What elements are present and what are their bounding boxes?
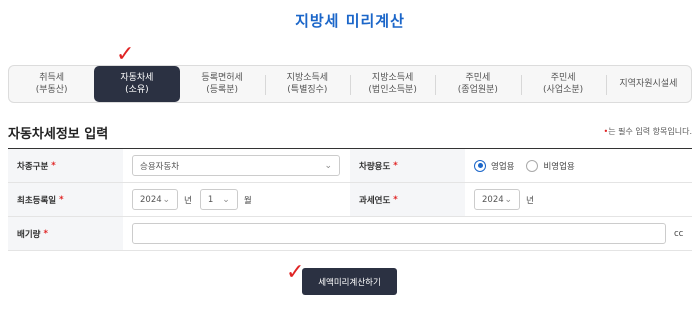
- tab-sublabel: (사업소분): [543, 85, 584, 95]
- page-title: 지방세 미리계산: [295, 12, 405, 30]
- tax-type-tabs: 취득세 (부동산) 자동차세 (소유) 등록면허세 (등록분) 지방소득세 (특…: [8, 65, 692, 103]
- vehicle-use-cell: 영업용 비영업용: [465, 149, 692, 182]
- tab-automobile-tax[interactable]: 자동차세 (소유): [94, 66, 180, 102]
- radio-commercial[interactable]: 영업용: [474, 159, 515, 172]
- vehicle-type-cell: 승용자동차 ⌄: [123, 149, 350, 182]
- tab-sublabel: (법인소득분): [368, 85, 417, 95]
- label-text: 차량용도: [359, 161, 391, 172]
- first-registration-cell: 2024 ⌄ 년 1 ⌄ 월: [123, 183, 350, 216]
- vehicle-type-select[interactable]: 승용자동차 ⌄: [132, 155, 340, 176]
- radio-label: 영업용: [491, 161, 515, 172]
- chevron-down-icon: ⌄: [504, 194, 512, 205]
- year-unit: 년: [526, 195, 534, 206]
- required-star: *: [59, 194, 64, 205]
- displacement-cell: cc: [123, 217, 692, 250]
- required-star: *: [43, 228, 48, 239]
- selected-value: 1: [207, 194, 214, 205]
- chevron-down-icon: ⌄: [162, 194, 170, 205]
- chevron-down-icon: ⌄: [222, 194, 230, 205]
- tab-label: 지방소득세: [371, 72, 414, 83]
- registration-year-select[interactable]: 2024 ⌄: [132, 189, 178, 210]
- radio-selected-icon: [474, 159, 486, 172]
- radio-unselected-icon: [526, 159, 539, 172]
- tab-resident-tax-business[interactable]: 주민세 (사업소분): [520, 66, 606, 102]
- tab-label: 지역자원시설세: [619, 78, 678, 89]
- radio-label: 비영업용: [543, 161, 575, 172]
- label-text: 배기량: [17, 229, 41, 240]
- tab-label: 주민세: [465, 72, 491, 83]
- form-row: 최초등록일 * 2024 ⌄ 년 1 ⌄ 월 과세연도 * 2024 ⌄ 년: [8, 183, 692, 217]
- tax-year-cell: 2024 ⌄ 년: [465, 183, 692, 216]
- tab-label: 지방소득세: [286, 72, 329, 83]
- calculate-tax-button[interactable]: 세액미리계산하기: [302, 268, 397, 295]
- displacement-label: 배기량 *: [8, 217, 123, 250]
- chevron-down-icon: ⌄: [324, 160, 332, 171]
- first-registration-label: 최초등록일 *: [8, 183, 123, 216]
- displacement-input[interactable]: [132, 223, 666, 244]
- tab-label: 취득세: [39, 72, 65, 83]
- tab-local-income-tax-corporate[interactable]: 지방소득세 (법인소득분): [350, 66, 435, 102]
- required-star: *: [51, 160, 56, 171]
- tab-sublabel: (등록분): [206, 85, 239, 95]
- red-check-annotation-tab: ✓: [116, 42, 135, 67]
- registration-month-select[interactable]: 1 ⌄: [199, 189, 238, 210]
- month-unit: 월: [243, 195, 252, 206]
- required-note-text: 는 필수 입력 항목입니다.: [608, 127, 692, 136]
- tab-local-income-tax-withholding[interactable]: 지방소득세 (특별징수): [264, 66, 350, 102]
- cc-unit: cc: [674, 228, 684, 239]
- form-row: 배기량 * cc: [8, 217, 692, 251]
- tax-year-label: 과세연도 *: [350, 183, 465, 216]
- tab-label: 자동차세: [120, 72, 154, 83]
- required-note: •는 필수 입력 항목입니다.: [604, 126, 693, 137]
- tax-year-select[interactable]: 2024 ⌄: [474, 189, 520, 210]
- required-star: *: [393, 194, 398, 205]
- label-text: 차종구분: [17, 161, 49, 172]
- section-title: 자동차세정보 입력: [8, 127, 109, 142]
- vehicle-info-form: 차종구분 * 승용자동차 ⌄ 차량용도 * 영업용 비영업용 최초등록일 * 2…: [8, 148, 692, 251]
- tab-sublabel: (종업원분): [457, 85, 498, 95]
- vehicle-type-label: 차종구분 *: [8, 149, 123, 182]
- selected-value: 2024: [482, 194, 504, 205]
- tab-acquisition-tax[interactable]: 취득세 (부동산): [9, 66, 94, 102]
- tab-label: 주민세: [550, 72, 576, 83]
- selected-value: 2024: [140, 194, 162, 205]
- tab-sublabel: (소유): [125, 85, 149, 95]
- tab-regional-resource-facility-tax[interactable]: 지역자원시설세: [605, 66, 691, 102]
- vehicle-use-label: 차량용도 *: [350, 149, 465, 182]
- tab-registration-license-tax[interactable]: 등록면허세 (등록분): [180, 66, 265, 102]
- label-text: 과세연도: [359, 195, 391, 206]
- tab-sublabel: (부동산): [35, 85, 68, 95]
- required-star: *: [393, 160, 398, 171]
- label-text: 최초등록일: [17, 195, 57, 206]
- form-row: 차종구분 * 승용자동차 ⌄ 차량용도 * 영업용 비영업용: [8, 149, 692, 183]
- tab-resident-tax-employee[interactable]: 주민세 (종업원분): [435, 66, 520, 102]
- year-unit: 년: [184, 195, 192, 206]
- tab-label: 등록면허세: [201, 72, 243, 83]
- selected-value: 승용자동차: [140, 161, 180, 172]
- tab-sublabel: (특별징수): [287, 85, 328, 95]
- radio-non-commercial[interactable]: 비영업용: [526, 159, 575, 172]
